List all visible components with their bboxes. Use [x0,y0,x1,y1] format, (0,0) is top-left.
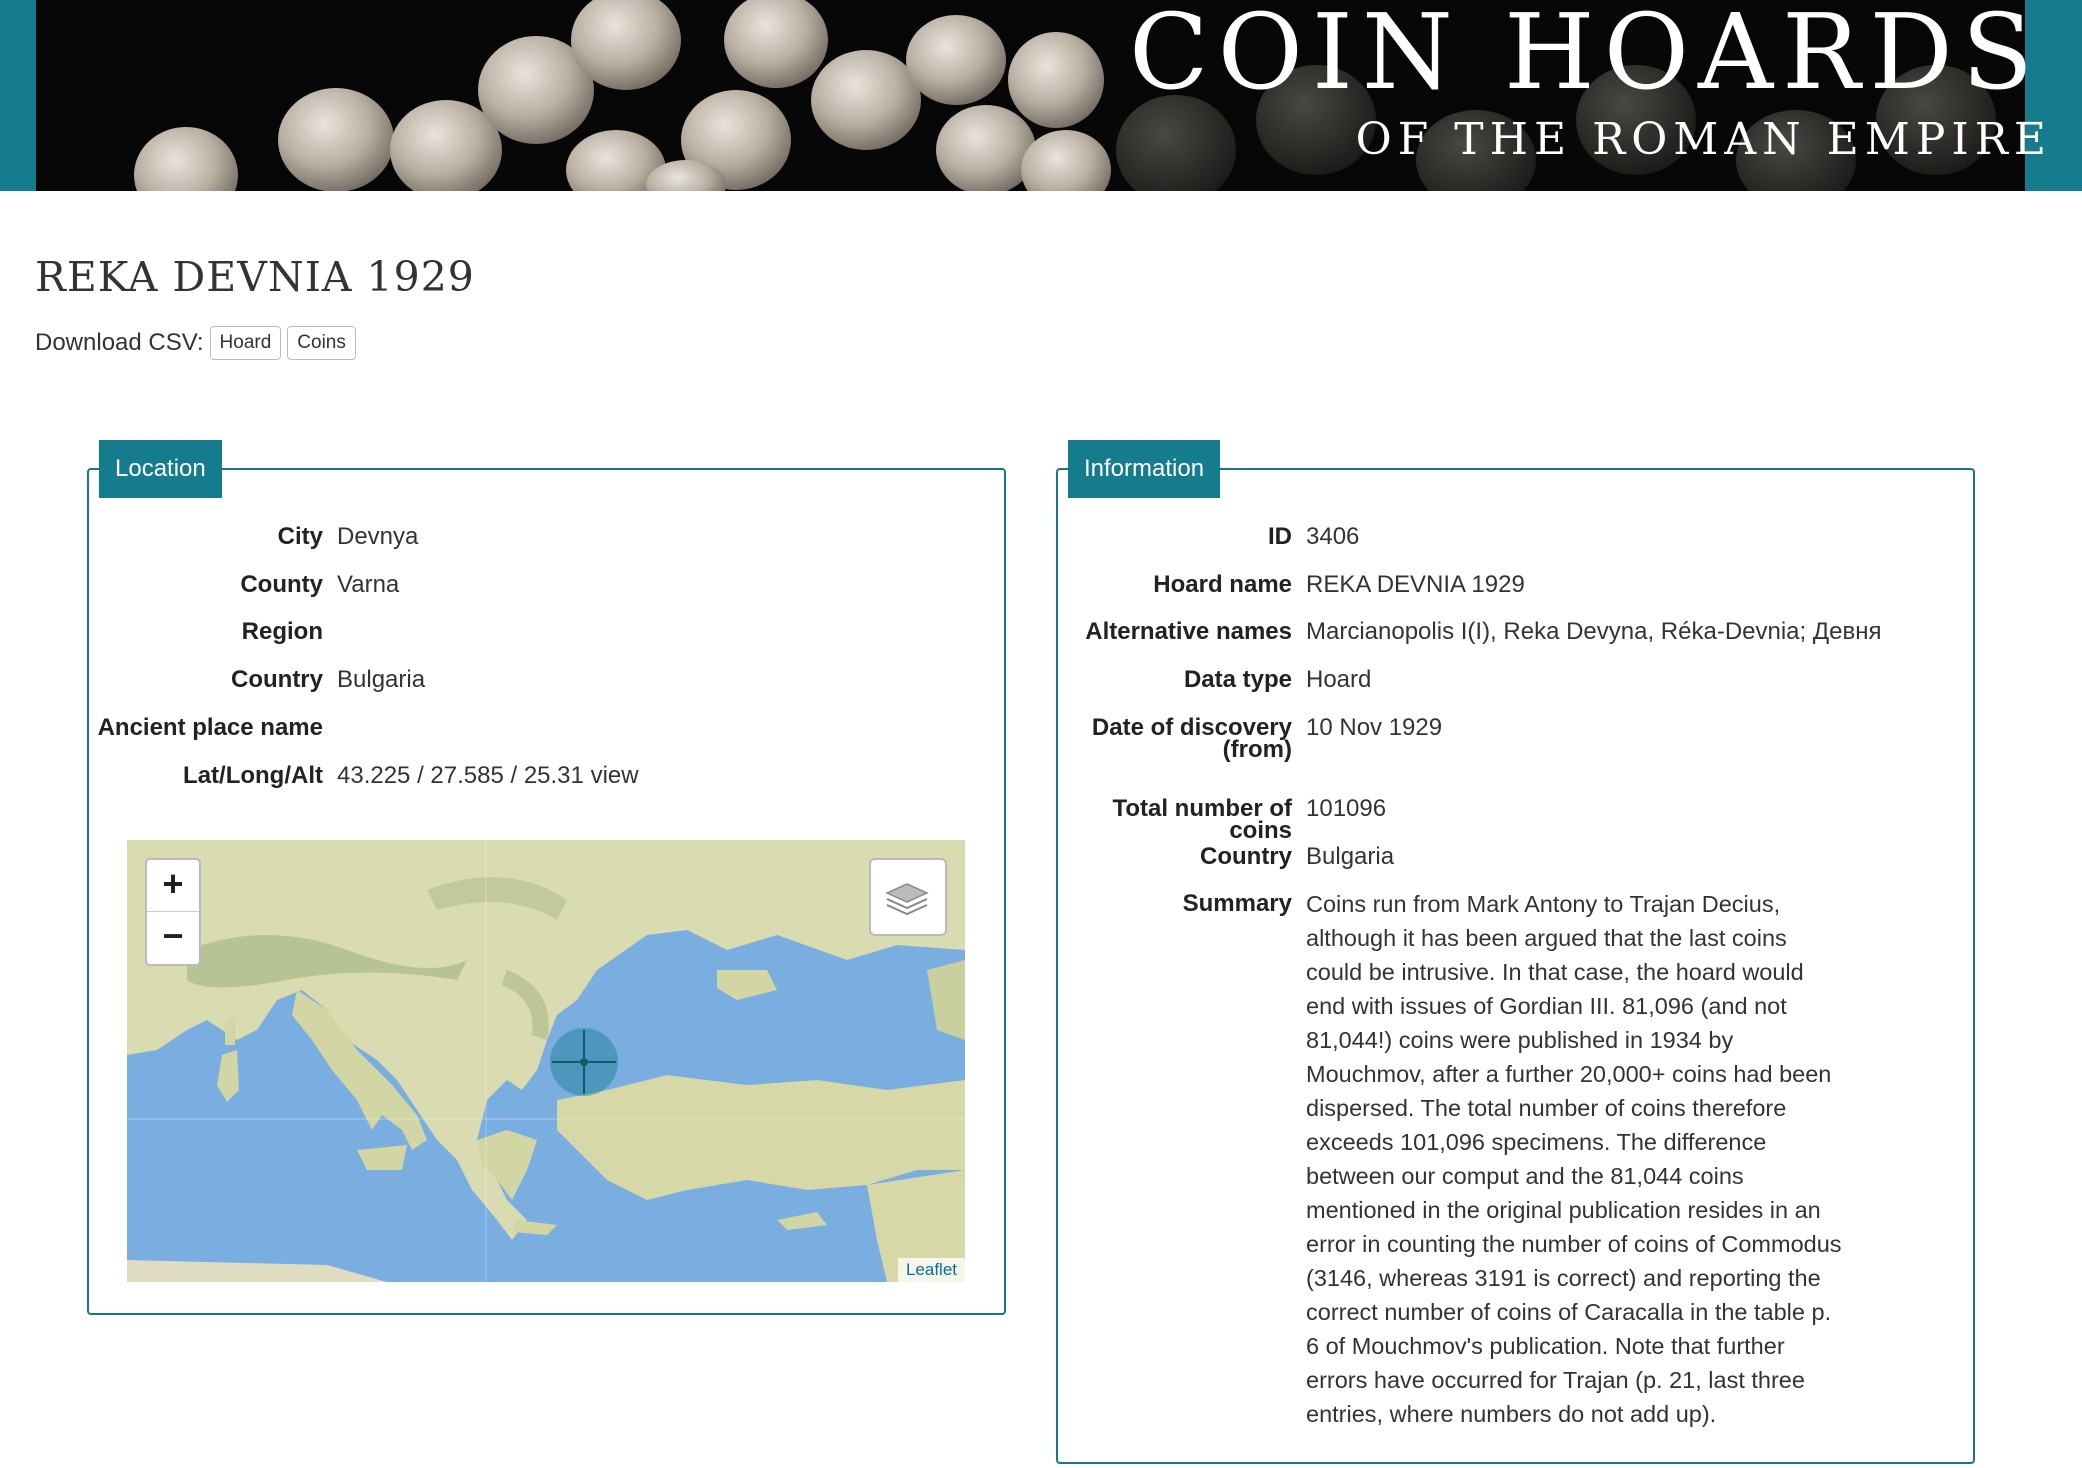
field-value [323,711,337,745]
field-label: Total number of coins [1112,795,1292,844]
banner-title: COIN HOARDS [1129,0,2042,113]
field-value: 10 Nov 1929 [1306,714,1443,741]
information-panel: Information ID 3406 Hoard name REKA DEVN… [1056,440,1975,1464]
field-label: County [240,571,323,598]
field-data-type: Data type Hoard [1058,663,1371,697]
field-value: 101096 [1306,795,1387,822]
download-csv-label: Download CSV: [35,329,204,356]
leaflet-attribution-link[interactable]: Leaflet [897,1258,965,1282]
field-region: Region [89,615,337,649]
field-label: Summary [1182,890,1292,917]
layers-icon [885,883,929,916]
field-alternative-names: Alternative names Marcianopolis I(I), Re… [1058,615,1881,649]
layers-control-button[interactable] [869,858,947,936]
field-label: Country [1200,843,1292,870]
download-hoard-csv-button[interactable]: Hoard [209,326,282,360]
coordinates-text: 43.225 / 27.585 / 25.31 [337,762,584,789]
field-value: Varna [337,571,400,598]
location-tab: Location [99,440,222,498]
field-country: Country Bulgaria [1058,840,1394,874]
field-date-of-discovery: Date of discovery (from) 10 Nov 1929 [1058,711,1443,763]
field-value: REKA DEVNIA 1929 [1306,571,1525,598]
field-value: Bulgaria [337,666,426,693]
page-title: REKA DEVNIA 1929 [35,253,475,301]
field-ancient-place-name: Ancient place name [89,711,337,745]
field-value: Devnya [337,523,419,550]
map-zoom-control: + − [145,858,201,966]
zoom-in-button[interactable]: + [147,860,199,912]
field-label: Lat/Long/Alt [183,762,323,789]
field-label: Region [241,618,323,645]
zoom-out-button[interactable]: − [147,912,199,963]
site-banner: COIN HOARDS OF THE ROMAN EMPIRE [0,0,2082,191]
download-coins-csv-button[interactable]: Coins [287,326,356,360]
field-value [323,615,337,649]
field-lat-long-alt: Lat/Long/Alt 43.225 / 27.585 / 25.31 vie… [89,759,639,793]
field-county: County Varna [89,568,399,602]
field-label: Hoard name [1153,571,1292,598]
field-label: Country [231,666,323,693]
hoard-location-marker[interactable] [550,1028,618,1096]
field-label: Date of discovery (from) [1091,714,1292,763]
field-label: Alternative names [1085,618,1292,645]
field-value: Bulgaria [1306,843,1395,870]
field-value: 43.225 / 27.585 / 25.31 view [323,759,639,793]
field-total-coins: Total number of coins 101096 [1058,792,1387,844]
field-label: Ancient place name [97,714,323,741]
summary-text: Coins run from Mark Antony to Trajan Dec… [1306,891,1842,1427]
banner-subtitle: OF THE ROMAN EMPIRE [1355,114,2052,165]
field-city: City Devnya [89,520,419,554]
hoard-map[interactable]: + − Leaflet [127,840,965,1282]
location-panel: Location City Devnya County Varna Region… [87,440,1006,1315]
download-csv-bar: Download CSV: Hoard Coins [35,326,362,360]
field-summary: Summary Coins run from Mark Antony to Tr… [1058,887,1846,1431]
field-label: ID [1268,523,1292,550]
field-country: Country Bulgaria [89,663,425,697]
field-value: Marcianopolis I(I), Reka Devyna, Réka-De… [1306,618,1882,645]
field-value: Hoard [1306,666,1372,693]
field-hoard-name: Hoard name REKA DEVNIA 1929 [1058,568,1525,602]
field-label: Data type [1183,666,1292,693]
field-label: City [277,523,323,550]
information-tab: Information [1068,440,1221,498]
field-id: ID 3406 [1058,520,1359,554]
view-coordinates-link[interactable]: view [591,762,639,789]
field-value: 3406 [1306,523,1360,550]
